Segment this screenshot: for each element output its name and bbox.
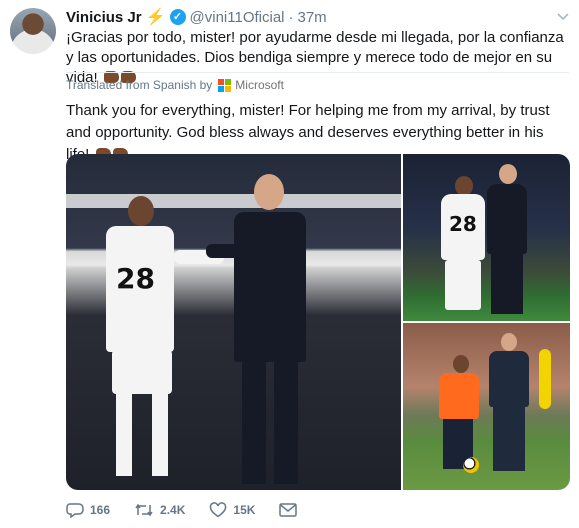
coach-head <box>501 333 517 351</box>
retweet-icon <box>134 502 154 518</box>
reply-count: 166 <box>90 503 111 517</box>
coach-leg-right <box>274 360 298 484</box>
like-count: 15K <box>233 503 256 517</box>
player-bib <box>439 373 479 419</box>
photo-training[interactable] <box>403 323 570 490</box>
tweet-timestamp[interactable]: 37m <box>298 9 327 26</box>
coach-suit <box>487 184 527 254</box>
reply-button[interactable]: 166 <box>66 502 110 518</box>
translation-attribution: Translated from Spanish by Microsoft <box>66 78 284 92</box>
coach-legs <box>491 254 523 314</box>
translated-from-label: Translated from Spanish by <box>66 78 213 92</box>
shirt-number: 28 <box>116 262 155 295</box>
reply-icon <box>66 502 84 518</box>
coach-suit <box>234 212 306 362</box>
retweet-button[interactable]: 2.4K <box>134 502 185 518</box>
retweet-count: 2.4K <box>160 503 186 517</box>
photo-handshake[interactable]: 28 <box>66 154 401 490</box>
tweet-actions: 166 2.4K 15K <box>66 502 321 518</box>
background-figure <box>539 349 551 409</box>
microsoft-logo-icon <box>218 78 232 92</box>
coach-tracksuit <box>489 351 529 407</box>
player-head <box>455 176 473 196</box>
player-shirt: 28 <box>106 226 174 352</box>
author-name[interactable]: Vinicius Jr <box>66 9 142 26</box>
player-legs <box>445 260 481 310</box>
stadium-barrier <box>66 194 401 208</box>
player-shirt: 28 <box>441 194 485 260</box>
media-grid: 28 28 <box>66 154 570 490</box>
direct-message-button[interactable] <box>279 503 298 517</box>
tweet-header: Vinicius Jr ⚡ ✓ @vini11Oficial · 37m <box>66 7 327 27</box>
coach-leg-left <box>242 360 266 484</box>
divider <box>66 72 569 73</box>
player-head <box>128 196 154 226</box>
lightning-emoji: ⚡ <box>145 9 166 26</box>
player-sock-left <box>116 394 132 476</box>
shirt-number: 28 <box>449 212 477 236</box>
player-sock-right <box>152 394 168 476</box>
verified-badge-icon: ✓ <box>169 9 186 25</box>
coach-head <box>499 164 517 184</box>
avatar[interactable] <box>10 8 56 54</box>
football <box>463 457 479 473</box>
chevron-down-icon[interactable] <box>557 8 569 24</box>
player-head <box>453 355 469 373</box>
coach-arm <box>206 244 240 258</box>
translator-name: Microsoft <box>235 78 284 92</box>
envelope-icon <box>279 503 298 517</box>
heart-icon <box>209 502 227 518</box>
photo-walking-off[interactable]: 28 <box>403 154 570 321</box>
coach-legs <box>493 407 525 471</box>
coach-head <box>254 174 284 210</box>
separator-dot: · <box>288 8 294 26</box>
player-shorts <box>112 350 172 394</box>
like-button[interactable]: 15K <box>209 502 255 518</box>
author-handle[interactable]: @vini11Oficial <box>190 9 285 26</box>
